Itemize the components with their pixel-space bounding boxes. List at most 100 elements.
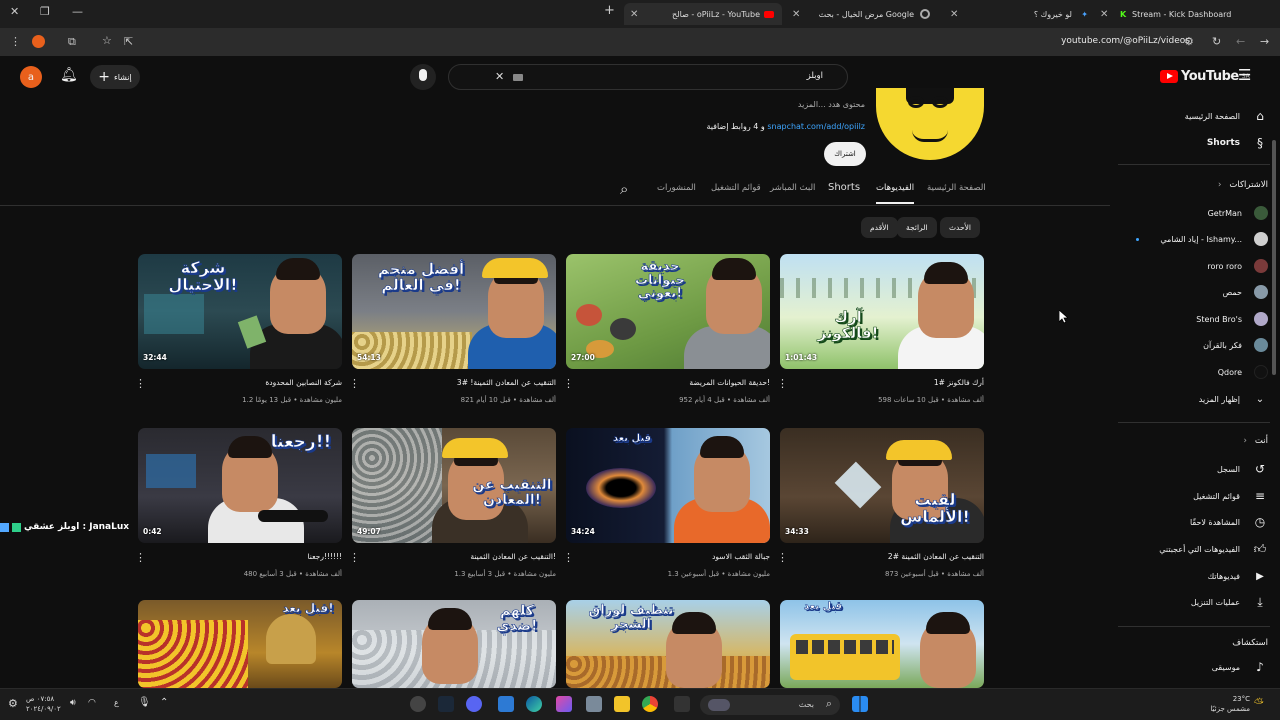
sidebar-sub-item[interactable]: فكر بالقرآن: [1118, 332, 1268, 358]
settings-tray-icon[interactable]: ⚙: [8, 697, 18, 710]
video-title[interactable]: التنقيب عن المعادن الثمينة! #3: [366, 378, 556, 387]
subscribe-button[interactable]: اشتراك: [824, 142, 866, 166]
create-button[interactable]: + إنشاء: [90, 65, 140, 89]
site-settings-icon[interactable]: ⚙: [1184, 35, 1194, 48]
steam-taskbar-icon[interactable]: [438, 696, 454, 712]
video-card[interactable]: حديقة حيوانات بعوني! 27:00 ⋮ حديقة الحيو…: [563, 254, 770, 404]
wifi-icon[interactable]: ◠: [88, 698, 96, 708]
sidebar-item-home[interactable]: الصفحة الرئيسية ⌂: [1118, 103, 1268, 129]
chip-latest[interactable]: الأحدث: [940, 217, 980, 238]
url-box[interactable]: youtube.com/@oPiiLz/videos: [90, 31, 1200, 53]
video-card[interactable]: قبل بعد 34:24 ⋮ جبالة الثقب الاسود 1.3 م…: [563, 428, 770, 578]
new-tab-icon[interactable]: +: [604, 3, 615, 18]
channel-links[interactable]: و 4 روابط إضافية snapchat.com/add/opiilz: [706, 122, 865, 131]
sidebar-scrollbar[interactable]: [1272, 140, 1276, 375]
hamburger-menu-icon[interactable]: ☰: [1238, 66, 1251, 84]
chip-oldest[interactable]: الأقدم: [861, 217, 898, 238]
sidebar-item-your-videos[interactable]: فيديوهاتك ▶: [1118, 563, 1268, 589]
tab-google[interactable]: ✕ مرض الخيال - بحث Google: [786, 3, 936, 25]
chip-popular[interactable]: الرائجة: [897, 217, 937, 238]
sidebar-item-liked[interactable]: الفيديوهات التي أعجبتني 👍︎: [1118, 536, 1268, 562]
discord-taskbar-icon[interactable]: [466, 696, 482, 712]
close-window-icon[interactable]: ✕: [10, 5, 19, 18]
tab-would-you-rather[interactable]: ✕ ✦ لو خيروك ؟: [944, 3, 1094, 25]
sidebar-item-watch-later[interactable]: المشاهدة لاحقًا ◷: [1118, 509, 1268, 535]
video-thumbnail[interactable]: حديقة حيوانات بعوني! 27:00: [566, 254, 770, 369]
voice-search-button[interactable]: [410, 64, 436, 90]
video-thumbnail[interactable]: كلهم ضدي!: [352, 600, 556, 688]
video-thumbnail[interactable]: التنقيب عن المعادن! 49:07: [352, 428, 556, 543]
video-card[interactable]: آرك فالكونز! 1:01:43 ⋮ أرك فالكونز #1 59…: [777, 254, 984, 404]
app-taskbar-icon[interactable]: [586, 696, 602, 712]
channel-search-icon[interactable]: ⌕: [620, 180, 628, 198]
chevron-up-icon[interactable]: ⌃: [160, 697, 168, 708]
video-thumbnail[interactable]: تنظيف لوراق الشجر: [566, 600, 770, 688]
tab-posts[interactable]: المنشورات: [657, 183, 696, 193]
video-thumbnail[interactable]: قبل بعد!: [138, 600, 342, 688]
sidebar-sub-item[interactable]: حمص: [1118, 279, 1268, 305]
video-thumbnail[interactable]: رجعنا!! 0:42: [138, 428, 342, 543]
profile-icon[interactable]: [32, 35, 45, 48]
tab-videos[interactable]: الفيديوهات: [876, 183, 915, 204]
sidebar-item-playlists[interactable]: قوائم التشغيل ≡: [1118, 483, 1268, 509]
search-input[interactable]: ✕ اوبلز: [448, 64, 848, 90]
sidebar-sub-item[interactable]: Stend Bro's: [1118, 306, 1268, 332]
menu-dots-icon[interactable]: ⋮: [10, 35, 21, 48]
snapchat-link[interactable]: snapchat.com/add/opiilz: [767, 122, 865, 131]
reload-icon[interactable]: ↻: [1212, 35, 1221, 48]
more-actions-icon[interactable]: ⋮: [349, 551, 360, 564]
tab-kick[interactable]: ✕ K Stream - Kick Dashboard: [1100, 3, 1260, 25]
start-windows-icon[interactable]: [852, 696, 868, 712]
video-card[interactable]: لقيت الألماس! 34:33 ⋮ التنقيب عن المعادن…: [777, 428, 984, 578]
chrome-taskbar-icon[interactable]: [642, 696, 658, 712]
more-actions-icon[interactable]: ⋮: [563, 551, 574, 564]
sidebar-item-history[interactable]: السجل ↺: [1118, 456, 1268, 482]
tab-home[interactable]: الصفحة الرئيسية: [927, 183, 986, 193]
close-tab-icon[interactable]: ✕: [792, 9, 800, 20]
extensions-icon[interactable]: ⧉: [68, 35, 76, 49]
video-card[interactable]: تنظيف لوراق الشجر: [566, 600, 770, 688]
subscriptions-header[interactable]: › الاشتراكات: [1218, 180, 1268, 190]
volume-icon[interactable]: 🔊︎: [70, 698, 76, 708]
tab-shorts[interactable]: Shorts: [828, 182, 860, 193]
weather-widget[interactable]: 23°C مشمس جزئيًا: [1206, 694, 1250, 714]
close-tab-icon[interactable]: ✕: [950, 9, 958, 20]
back-icon[interactable]: →: [1260, 35, 1269, 48]
video-title[interactable]: التنقيب عن المعادن الثمينة #2: [794, 552, 984, 561]
video-title[interactable]: أرك فالكونز #1: [794, 378, 984, 387]
close-tab-icon[interactable]: ✕: [1100, 9, 1108, 20]
forward-icon[interactable]: ←: [1236, 35, 1245, 48]
restore-window-icon[interactable]: ❐: [40, 5, 50, 18]
close-tab-icon[interactable]: ✕: [630, 9, 638, 20]
video-card[interactable]: كلهم ضدي!: [352, 600, 556, 688]
video-thumbnail[interactable]: آرك فالكونز! 1:01:43: [780, 254, 984, 369]
account-avatar[interactable]: a: [20, 66, 42, 88]
taskbar-search[interactable]: بحث ⌕: [700, 695, 840, 715]
minimize-window-icon[interactable]: —: [72, 5, 83, 18]
video-title[interactable]: رجعنا!!!!!!: [152, 552, 342, 561]
obs-taskbar-icon[interactable]: [410, 696, 426, 712]
video-title[interactable]: حديقة الحيوانات المريضة!: [580, 378, 770, 387]
copilot-taskbar-icon[interactable]: [556, 696, 572, 712]
video-card[interactable]: رجعنا!! 0:42 ⋮ رجعنا!!!!!! 480 ألف مشاهد…: [135, 428, 342, 578]
tab-live[interactable]: البث المباشر: [770, 183, 815, 193]
channel-description[interactable]: محتوى هدد ...المزيد: [798, 100, 865, 109]
video-card[interactable]: التنقيب عن المعادن! 49:07 ⋮ التنقيب عن ا…: [349, 428, 556, 578]
tab-playlists[interactable]: قوائم التشغيل: [711, 183, 761, 193]
channel-avatar[interactable]: [876, 88, 984, 160]
mic-tray-icon[interactable]: 🎙︎: [138, 697, 151, 708]
task-view-icon[interactable]: [674, 696, 690, 712]
sidebar-sub-item[interactable]: إياد الشامي - Ishamy...: [1118, 226, 1268, 252]
video-title[interactable]: التنقيب عن المعادن الثمينة!: [366, 552, 556, 561]
more-actions-icon[interactable]: ⋮: [349, 377, 360, 390]
clear-search-icon[interactable]: ✕: [495, 70, 504, 83]
tab-youtube[interactable]: ✕ صالح - oPiiLz - YouTube: [624, 3, 782, 25]
file-explorer-taskbar-icon[interactable]: [614, 696, 630, 712]
notifications-bell-icon[interactable]: 🔔︎: [60, 67, 78, 83]
video-card[interactable]: قبل بعد!: [138, 600, 342, 688]
more-actions-icon[interactable]: ⋮: [777, 551, 788, 564]
store-taskbar-icon[interactable]: [498, 696, 514, 712]
video-thumbnail[interactable]: أفضل منجم في العالم! 54:13: [352, 254, 556, 369]
more-actions-icon[interactable]: ⋮: [135, 377, 146, 390]
sidebar-item-music[interactable]: موسيقى ♪: [1118, 654, 1268, 680]
